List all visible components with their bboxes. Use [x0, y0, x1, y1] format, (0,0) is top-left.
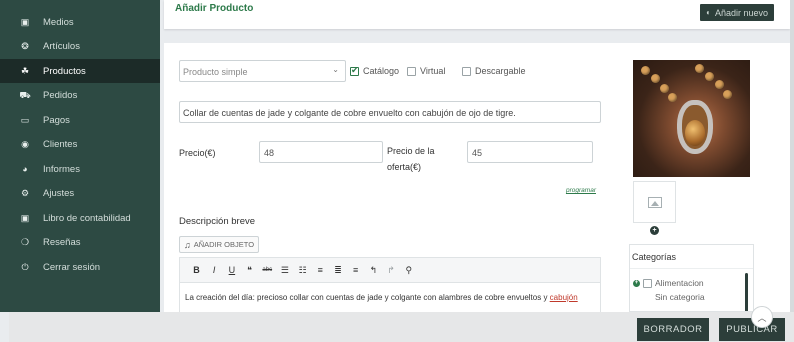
undo-button[interactable]: ↰ [365, 265, 382, 276]
product-image[interactable] [633, 60, 750, 177]
price-input[interactable]: 48 [259, 141, 383, 163]
align-right-button[interactable]: ≡ [347, 265, 364, 275]
numbered-list-button[interactable]: ☷ [294, 265, 311, 276]
sidebar-item-pedidos[interactable]: ⛟ Pedidos [0, 84, 160, 108]
products-icon: ☘ [20, 65, 30, 76]
sidebar-item-libro-de-contabilidad[interactable]: ▣ Libro de contabilidad [0, 206, 160, 230]
ledger-icon: ▣ [20, 212, 30, 223]
article-icon: ❂ [21, 41, 29, 51]
page-scrollbar[interactable] [790, 0, 794, 312]
bold-button[interactable]: B [188, 265, 205, 275]
short-description-title: Descripción breve [179, 216, 256, 227]
virtual-checkbox[interactable] [407, 67, 416, 76]
catalog-label: Catálogo [363, 66, 400, 76]
downloadable-label: Descargable [475, 66, 526, 76]
sidebar-item-artículos[interactable]: ❂ Artículos [0, 35, 160, 59]
quote-button[interactable]: ❝ [241, 265, 258, 276]
expand-icon[interactable]: + [633, 279, 640, 287]
redo-button[interactable]: ↱ [383, 265, 400, 276]
sidebar-item-reseñas[interactable]: ❍ Reseñas [0, 231, 160, 255]
editor-text: La creación del día: precioso collar con… [185, 293, 550, 302]
product-title-input[interactable]: Collar de cuentas de jade y colgante de … [179, 101, 601, 123]
add-new-label: Añadir nuevo [714, 7, 768, 18]
pie-chart-icon: ◕ [22, 164, 28, 174]
sidebar: ▣ Medios ❂ Artículos ☘ Productos ⛟ Pedidos ▭ Pago… [0, 0, 160, 312]
link-button[interactable]: ⚲ [400, 265, 417, 276]
sale-price-input[interactable]: 45 [467, 141, 593, 163]
price-label: Precio(€) [179, 148, 216, 158]
sidebar-item-label: Reseñas [43, 237, 81, 248]
editor-toolbar: B I U ❝ abc ☰ ☷ ≡ ≣ ≡ ↰ ↱ ⚲ [179, 257, 601, 283]
sidebar-item-label: Pedidos [43, 90, 78, 101]
sidebar-item-label: Artículos [43, 41, 80, 52]
underline-button[interactable]: U [223, 265, 240, 275]
schedule-link[interactable]: programar [566, 187, 596, 194]
short-description-editor[interactable]: La creación del día: precioso collar con… [179, 283, 601, 312]
product-form: Producto simple ⌄ Catálogo Virtual Desca… [164, 43, 790, 312]
settings-icon: ⚙ [20, 188, 30, 198]
align-center-button[interactable]: ≣ [330, 265, 347, 276]
add-object-label: AÑADIR OBJETO [193, 240, 255, 249]
category-label: Alimentacion [655, 278, 704, 288]
downloadable-checkbox[interactable] [462, 67, 471, 76]
price-value: 48 [264, 148, 275, 158]
reviews-icon: ❍ [20, 237, 30, 247]
sidebar-item-label: Cerrar sesión [43, 261, 101, 273]
align-left-button[interactable]: ≡ [312, 265, 329, 275]
sidebar-item-cerrar-sesión[interactable]: ⏻ Cerrar sesión [0, 255, 160, 279]
category-item-alimentacion[interactable]: + Alimentacion [633, 278, 704, 288]
catalog-checkbox[interactable] [350, 65, 359, 76]
editor-misspelled-word: cabujón [549, 293, 578, 302]
scroll-to-top-button[interactable]: ︿ [751, 306, 773, 328]
product-type-value: Producto simple [183, 67, 248, 77]
sale-price-label-line2: oferta(€) [387, 162, 422, 172]
gallery-placeholder[interactable] [633, 181, 676, 223]
strikethrough-button[interactable]: abc [259, 267, 276, 273]
chevron-down-icon: ⌄ [332, 65, 339, 74]
sidebar-item-productos[interactable]: ☘ Productos [0, 59, 160, 83]
category-item-sin-categoria[interactable]: Sin categoria [655, 292, 705, 302]
page-title: Añadir Producto [175, 3, 254, 14]
sidebar-item-clientes[interactable]: ◉ Clientes [0, 133, 160, 157]
add-circle-icon: ◐ [706, 8, 711, 17]
product-title-value: Collar de cuentas de jade y colgante de … [183, 108, 516, 118]
sidebar-item-pagos[interactable]: ▭ Pagos [0, 108, 160, 132]
chevron-up-icon: ︿ [757, 312, 767, 323]
add-object-button[interactable]: ♫ AÑADIR OBJETO [179, 236, 260, 253]
sidebar-item-label: Informes [43, 163, 80, 175]
sidebar-item-label: Clientes [43, 139, 78, 150]
product-type-select[interactable]: Producto simple ⌄ [179, 60, 346, 82]
add-new-button[interactable]: ◐ Añadir nuevo [700, 4, 774, 21]
image-icon: ▣ [20, 16, 30, 27]
virtual-label: Virtual [420, 66, 446, 76]
sidebar-item-label: Medios [43, 16, 74, 28]
draft-button[interactable]: BORRADOR [637, 318, 709, 341]
categories-title: Categorías [630, 245, 753, 269]
add-media-icon: ♫ [184, 239, 191, 250]
categories-scrollbar[interactable] [745, 273, 748, 311]
italic-button[interactable]: I [206, 265, 223, 275]
category-label: Sin categoria [655, 292, 705, 302]
sidebar-item-label: Pagos [43, 114, 70, 126]
page-header: Añadir Producto ◐ Añadir nuevo [164, 0, 790, 29]
sidebar-item-label: Productos [43, 65, 86, 77]
users-icon: ◉ [21, 139, 29, 149]
add-image-icon[interactable]: + [650, 226, 659, 235]
sidebar-item-informes[interactable]: ◕ Informes [0, 157, 160, 181]
sale-price-value: 45 [472, 148, 483, 158]
image-placeholder-icon [647, 196, 662, 208]
bullet-list-button[interactable]: ☰ [276, 265, 293, 276]
cart-icon: ⛟ [19, 89, 31, 100]
sidebar-item-medios[interactable]: ▣ Medios [0, 10, 160, 34]
power-icon: ⏻ [21, 261, 29, 272]
category-checkbox[interactable] [643, 278, 652, 288]
sidebar-item-label: Libro de contabilidad [43, 212, 131, 224]
sale-price-label-line1: Precio de la [387, 146, 435, 156]
categories-box: Categorías + Alimentacion Sin categoria [629, 244, 754, 312]
sidebar-item-label: Ajustes [43, 188, 75, 199]
credit-card-icon: ▭ [20, 114, 30, 125]
sidebar-item-ajustes[interactable]: ⚙ Ajustes [0, 182, 160, 206]
